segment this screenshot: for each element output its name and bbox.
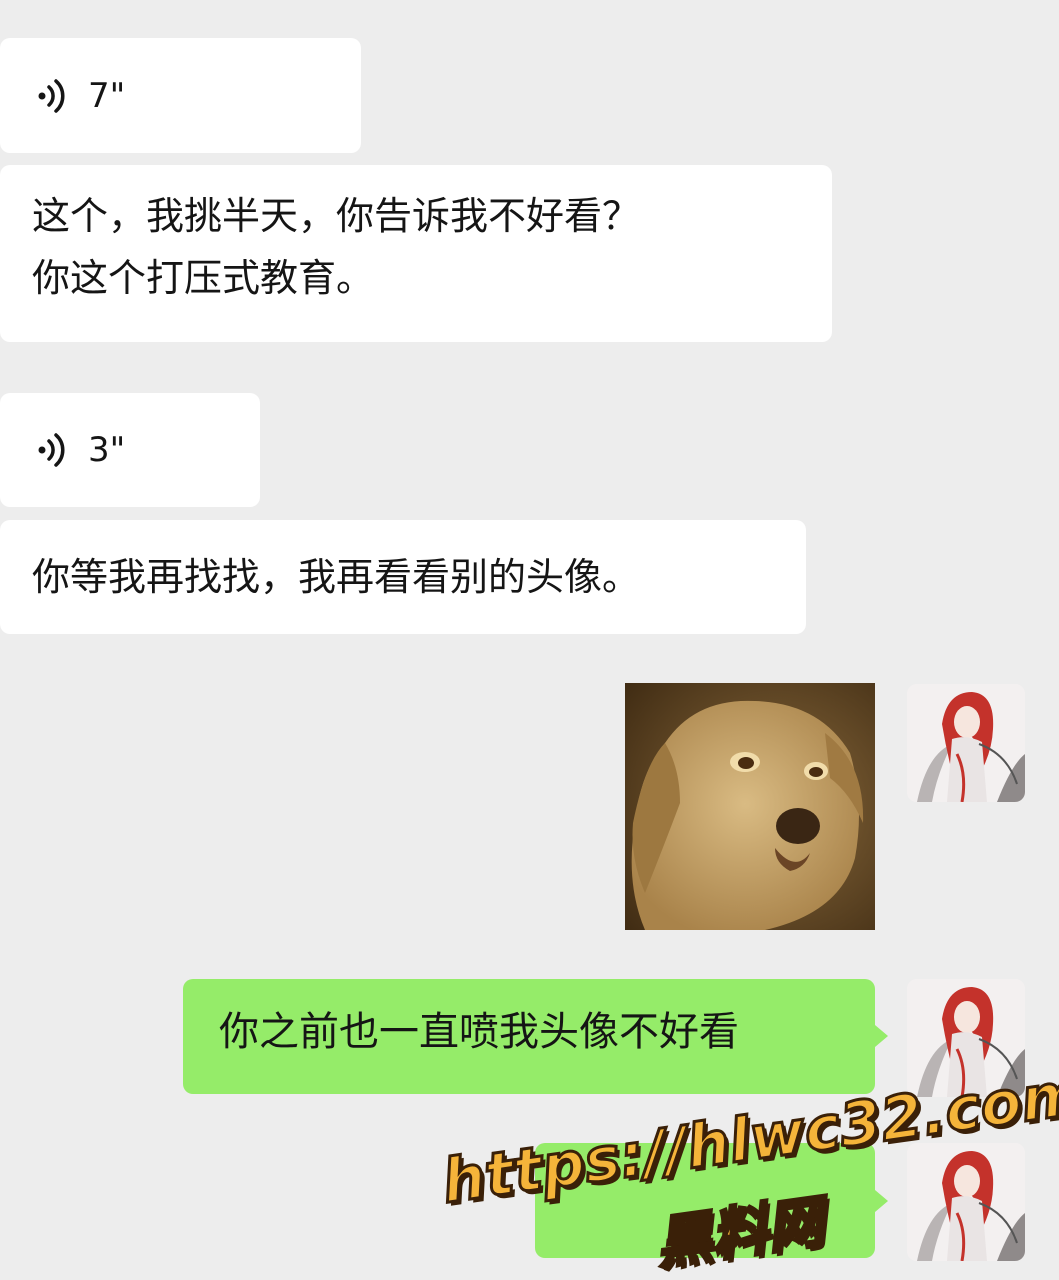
voice-duration: 3" bbox=[88, 430, 126, 470]
dog-face-icon bbox=[625, 683, 875, 930]
anime-girl-avatar-icon bbox=[907, 1143, 1025, 1261]
message-line: 你之前也一直喷我头像不好看 bbox=[219, 1009, 739, 1055]
voice-wave-icon bbox=[38, 433, 65, 467]
user-avatar[interactable] bbox=[907, 1143, 1025, 1261]
voice-message[interactable]: 7" bbox=[0, 38, 361, 153]
message-line: 这个，我挑半天，你告诉我不好看？ bbox=[32, 194, 641, 238]
text-message[interactable]: 这个，我挑半天，你告诉我不好看？ 你这个打压式教育。 bbox=[0, 165, 832, 342]
dog-sticker-image[interactable] bbox=[625, 683, 875, 930]
bubble-tail bbox=[875, 1190, 888, 1212]
voice-wave-icon bbox=[38, 78, 65, 113]
message-line: 你等我再找找，我再看看别的头像。 bbox=[32, 555, 641, 599]
text-message[interactable]: 你等我再找找，我再看看别的头像。 bbox=[0, 520, 806, 634]
outgoing-text-message[interactable]: 你之前也一直喷我头像不好看 bbox=[183, 979, 875, 1094]
user-avatar[interactable] bbox=[907, 684, 1025, 802]
voice-duration: 7" bbox=[88, 75, 126, 116]
bubble-tail bbox=[875, 1025, 888, 1047]
anime-girl-avatar-icon bbox=[907, 684, 1025, 802]
voice-message[interactable]: 3" bbox=[0, 393, 260, 507]
message-line: 你这个打压式教育。 bbox=[32, 256, 375, 300]
